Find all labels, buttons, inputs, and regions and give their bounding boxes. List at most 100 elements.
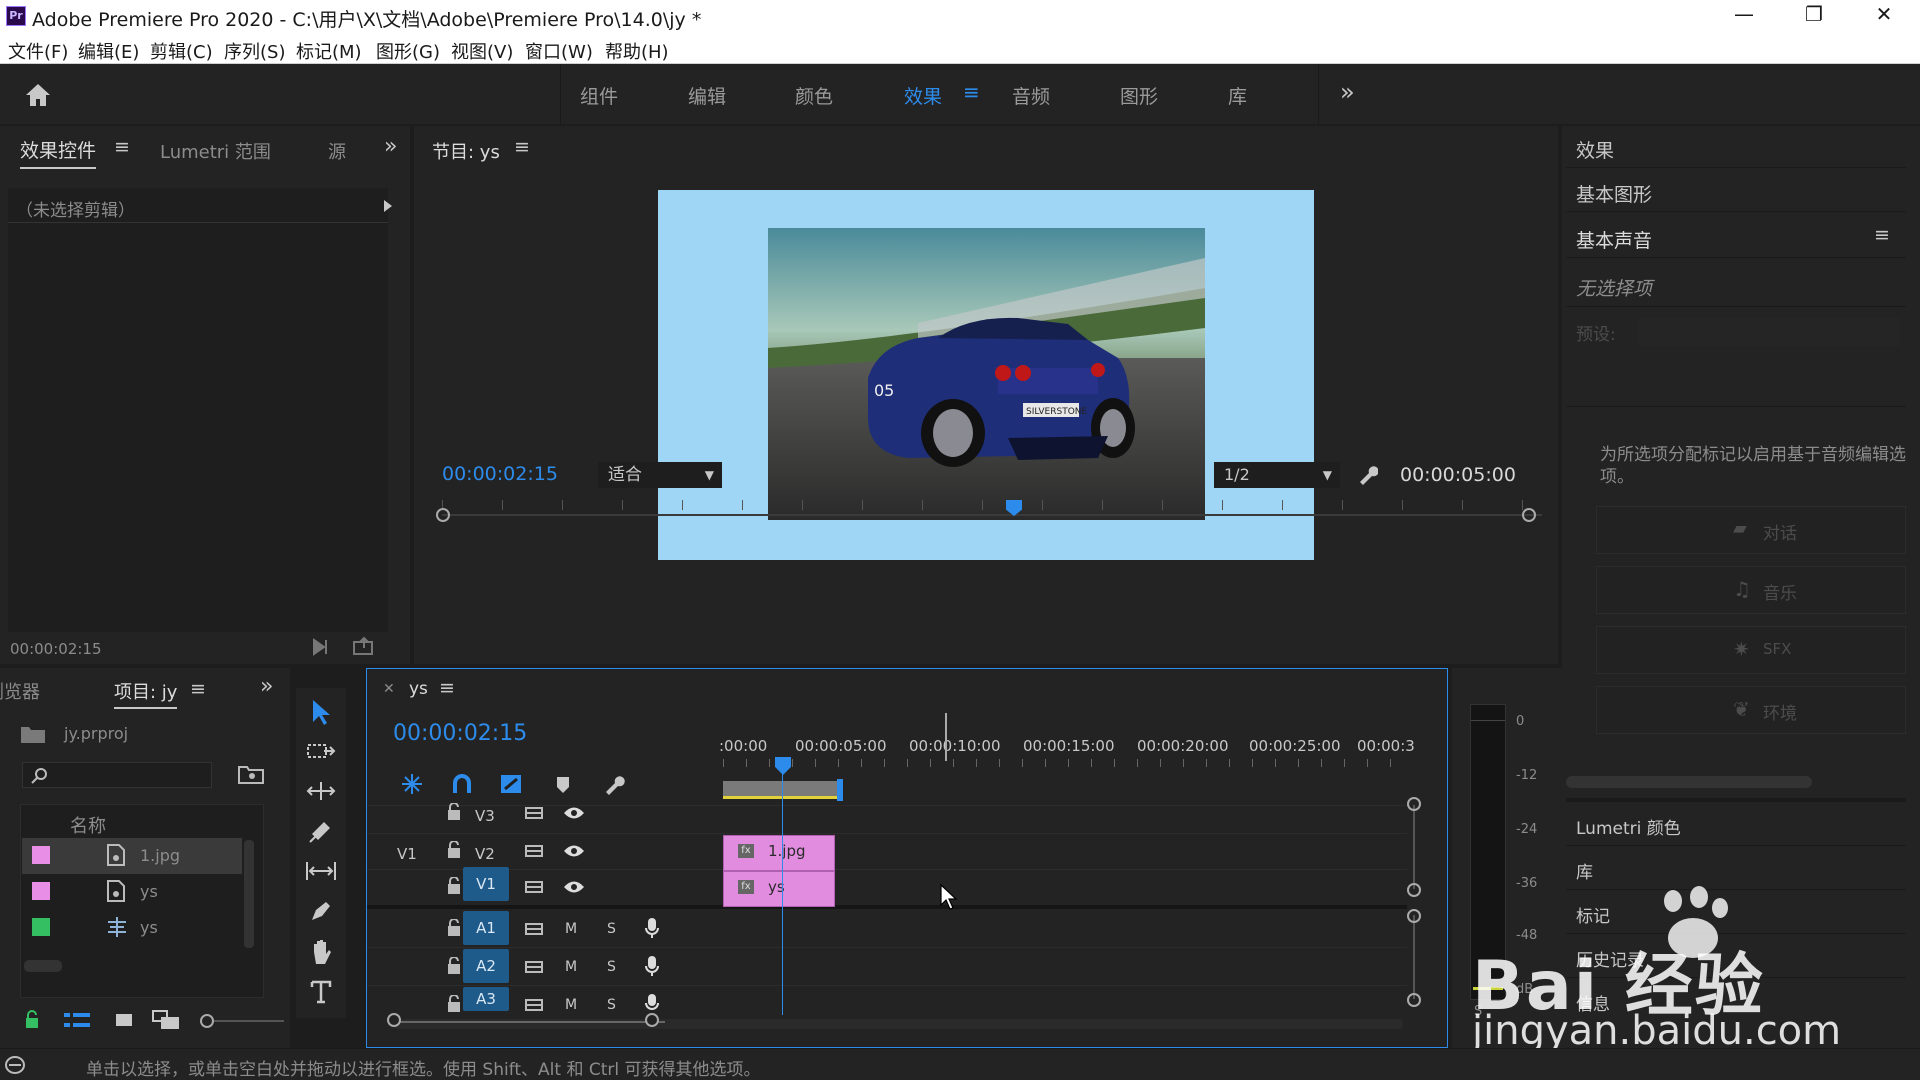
toggle-output-eye-icon[interactable] <box>563 879 585 895</box>
track-target-a2[interactable]: A2 <box>463 949 509 983</box>
scrub-start-handle[interactable] <box>436 508 450 522</box>
audio-vscroll-track[interactable] <box>1413 915 1415 999</box>
freeform-view-icon[interactable] <box>152 1010 182 1030</box>
lock-icon[interactable] <box>24 1010 40 1030</box>
panel-lumetri-color[interactable]: Lumetri 颜色 <box>1566 804 1906 846</box>
menu-marker[interactable]: 标记(M) <box>296 38 362 64</box>
track-lock-icon[interactable] <box>447 919 461 937</box>
mute-button[interactable]: M <box>565 959 577 975</box>
snap-magnet-icon[interactable] <box>451 773 473 795</box>
expand-arrow-icon[interactable] <box>384 200 392 212</box>
close-button[interactable]: ✕ <box>1872 2 1896 26</box>
export-icon[interactable] <box>352 636 376 656</box>
tab-media-browser[interactable]: 浏览器 <box>0 678 40 704</box>
icon-view-icon[interactable] <box>114 1012 134 1030</box>
type-tool-icon[interactable] <box>310 980 332 1004</box>
maximize-button[interactable]: ❐ <box>1802 2 1826 26</box>
solo-button[interactable]: S <box>607 959 616 975</box>
track-name-v3[interactable]: V3 <box>475 807 495 825</box>
workspace-tab-editing[interactable]: 编辑 <box>688 82 726 109</box>
program-scrub-bar[interactable] <box>442 514 1542 516</box>
workspace-tab-graphics[interactable]: 图形 <box>1120 82 1158 109</box>
fit-dropdown[interactable]: 适合 ▼ <box>598 462 722 488</box>
mute-button[interactable]: M <box>565 921 577 937</box>
track-lock-icon[interactable] <box>447 841 461 859</box>
zoom-slider[interactable] <box>200 1014 284 1028</box>
panel-essential-graphics[interactable]: 基本图形 <box>1566 170 1906 212</box>
toggle-output-eye-icon[interactable] <box>563 843 585 859</box>
workspace-tab-effects[interactable]: 效果 <box>904 82 942 109</box>
workspace-tab-audio[interactable]: 音频 <box>1012 82 1050 109</box>
close-sequence-icon[interactable]: ✕ <box>383 681 395 697</box>
pen-tool-icon[interactable] <box>308 898 334 924</box>
menu-window[interactable]: 窗口(W) <box>525 38 593 64</box>
zoom-slider-handle[interactable] <box>200 1014 214 1028</box>
project-row-2[interactable]: ys <box>22 910 242 946</box>
clip-1jpg[interactable]: fx 1.jpg <box>723 835 835 871</box>
track-lock-icon[interactable] <box>447 995 461 1013</box>
minimize-button[interactable]: — <box>1732 2 1756 26</box>
menu-help[interactable]: 帮助(H) <box>605 38 669 64</box>
sync-lock-icon[interactable] <box>525 959 543 975</box>
project-overflow-icon[interactable]: » <box>260 674 273 699</box>
menu-edit[interactable]: 编辑(E) <box>78 38 139 64</box>
selection-tool-icon[interactable] <box>310 698 332 726</box>
project-row-1[interactable]: ys <box>22 874 242 910</box>
project-row-0[interactable]: 1.jpg <box>22 838 242 874</box>
sync-lock-icon[interactable] <box>525 805 543 821</box>
resolution-dropdown[interactable]: 1/2 ▼ <box>1214 462 1340 488</box>
video-vscroll-bottom-handle[interactable] <box>1407 883 1421 897</box>
menu-file[interactable]: 文件(F) <box>8 38 68 64</box>
sync-lock-icon[interactable] <box>525 921 543 937</box>
home-icon[interactable] <box>24 82 52 108</box>
timeline-zoom-thumb[interactable] <box>393 1021 665 1023</box>
workspace-tab-libraries[interactable]: 库 <box>1228 82 1247 109</box>
time-ruler[interactable]: :00:00 00:00:05:00 00:00:10:00 00:00:15:… <box>719 723 1415 763</box>
program-title[interactable]: 节目: ys <box>432 138 500 164</box>
essential-sound-menu-icon[interactable]: ≡ <box>1874 224 1890 246</box>
panel-menu-icon[interactable]: ≡ <box>114 136 130 158</box>
es-hscrollbar[interactable] <box>1566 776 1812 788</box>
zoom-start-handle[interactable] <box>387 1013 401 1027</box>
project-hscrollbar[interactable] <box>24 960 62 972</box>
tab-lumetri-scopes[interactable]: Lumetri 范围 <box>160 138 271 164</box>
more-workspaces-icon[interactable]: » <box>1340 78 1355 106</box>
dialogue-button[interactable]: ▰ 对话 <box>1596 506 1906 554</box>
menu-clip[interactable]: 剪辑(C) <box>150 38 213 64</box>
program-current-timecode[interactable]: 00:00:02:15 <box>442 463 558 485</box>
project-search-input[interactable] <box>22 762 212 788</box>
panel-overflow-icon[interactable]: » <box>384 134 397 159</box>
timeline-playhead-head[interactable] <box>775 757 791 775</box>
workspace-tab-color[interactable]: 颜色 <box>795 82 833 109</box>
clip-ys[interactable]: fx ys <box>723 871 835 907</box>
panel-effects[interactable]: 效果 <box>1566 126 1906 168</box>
panel-essential-sound[interactable]: 基本声音 ≡ <box>1566 216 1906 258</box>
track-target-v1[interactable]: V1 <box>463 867 509 901</box>
music-button[interactable]: ♫ 音乐 <box>1596 566 1906 614</box>
sync-lock-icon[interactable] <box>525 879 543 895</box>
ambience-button[interactable]: ❦ 环境 <box>1596 686 1906 734</box>
menu-view[interactable]: 视图(V) <box>451 38 513 64</box>
preset-dropdown[interactable] <box>1638 318 1900 346</box>
sync-lock-icon[interactable] <box>525 997 543 1013</box>
timeline-settings-icon[interactable] <box>603 773 625 795</box>
sfx-button[interactable]: ✷ SFX <box>1596 626 1906 674</box>
wrench-icon[interactable] <box>1356 464 1378 486</box>
solo-button[interactable]: S <box>607 921 616 937</box>
video-vscroll-track[interactable] <box>1413 805 1415 889</box>
microphone-icon[interactable] <box>645 917 659 939</box>
zoom-end-handle[interactable] <box>645 1013 659 1027</box>
microphone-icon[interactable] <box>645 955 659 977</box>
track-lock-icon[interactable] <box>447 877 461 895</box>
mute-button[interactable]: M <box>565 997 577 1013</box>
track-lock-icon[interactable] <box>447 957 461 975</box>
razor-tool-icon[interactable] <box>308 818 334 844</box>
tab-effect-controls[interactable]: 效果控件 <box>20 136 97 169</box>
nest-sequences-icon[interactable] <box>401 773 423 795</box>
video-vscroll-top-handle[interactable] <box>1407 797 1421 811</box>
column-name-header[interactable]: 名称 <box>70 812 106 838</box>
play-audio-icon[interactable] <box>312 638 336 656</box>
track-target-a1[interactable]: A1 <box>463 911 509 945</box>
menu-graphics[interactable]: 图形(G) <box>376 38 440 64</box>
audio-vscroll-top-handle[interactable] <box>1407 909 1421 923</box>
